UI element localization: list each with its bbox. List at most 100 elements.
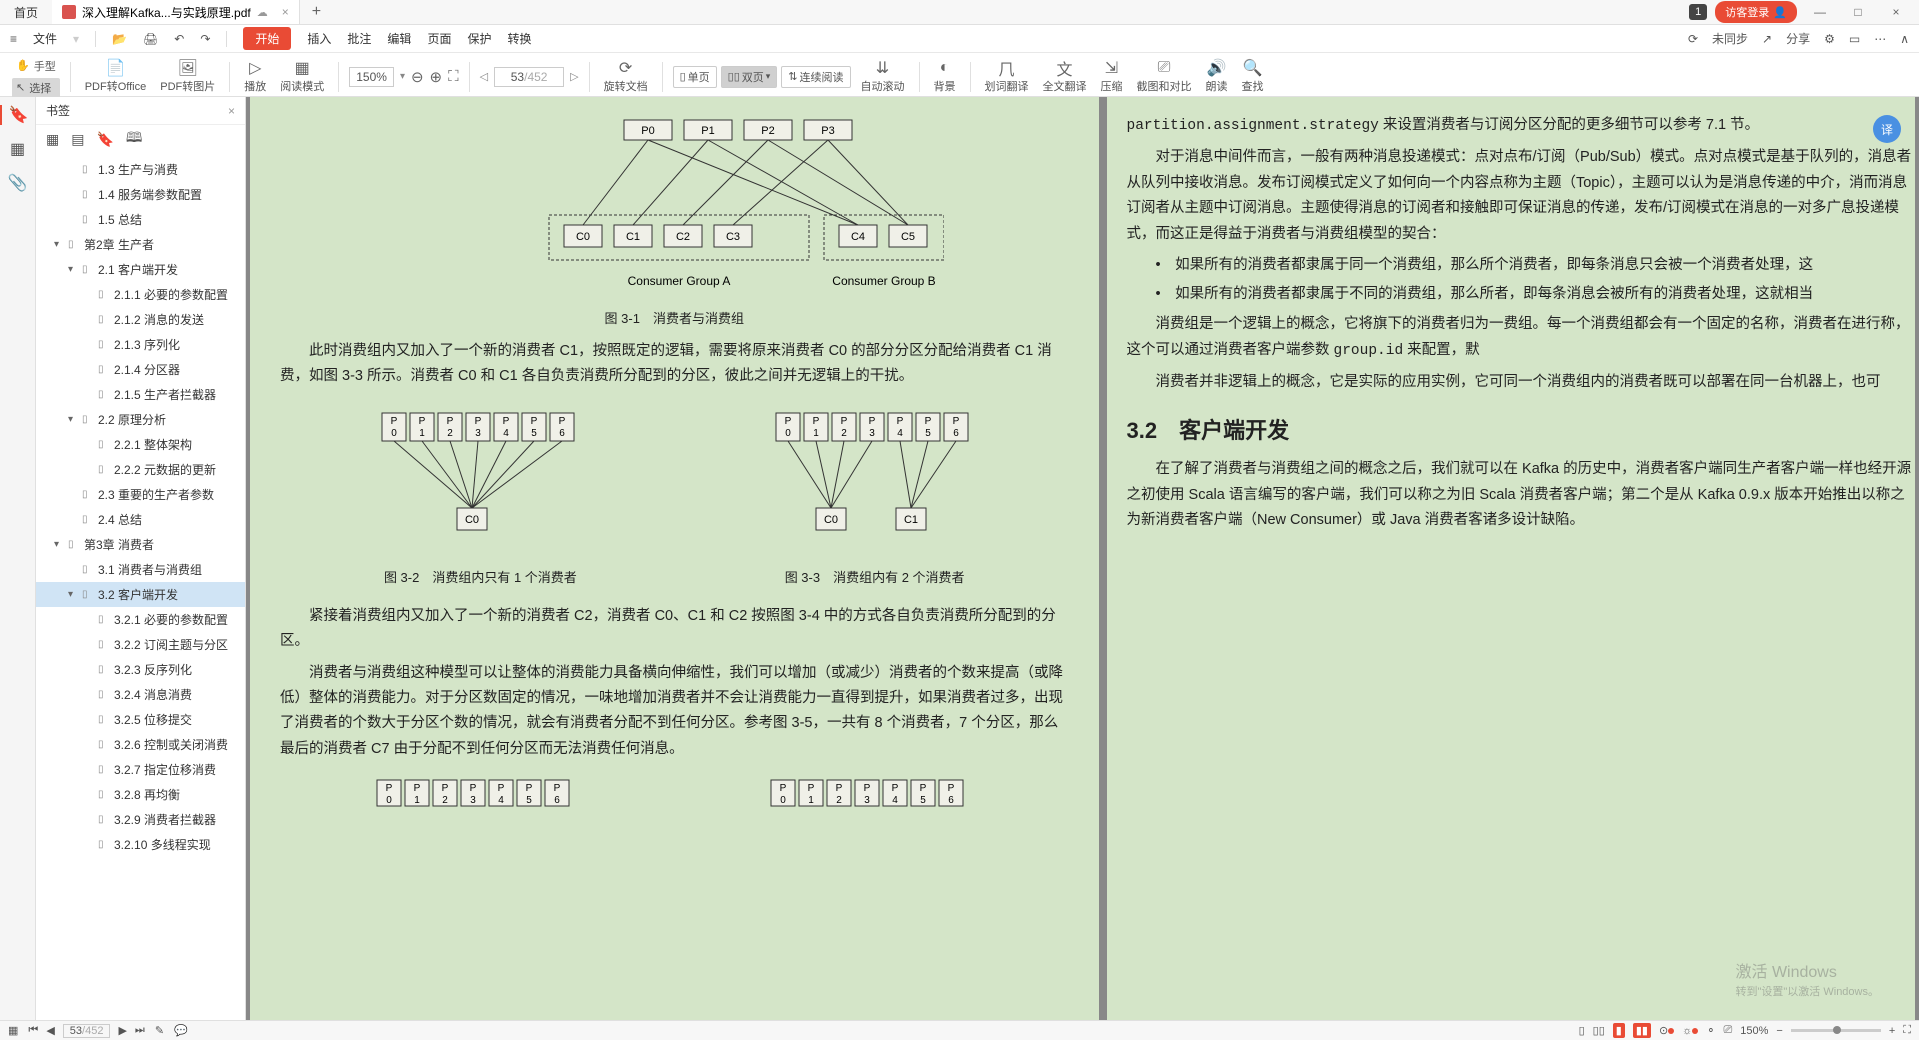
fit-icon[interactable]: ⛶ (448, 68, 459, 85)
sb-status4-icon[interactable]: ⎚ (1723, 1024, 1732, 1037)
bookmark-item[interactable]: ▯3.2.1 必要的参数配置 (36, 607, 245, 632)
minimize-button[interactable]: — (1805, 5, 1835, 19)
read-aloud-button[interactable]: 🔊朗读 (1202, 59, 1232, 94)
collapse-icon[interactable]: ∧ (1900, 32, 1909, 46)
menu-edit[interactable]: 编辑 (387, 30, 411, 47)
menu-protect[interactable]: 保护 (467, 30, 491, 47)
sb-panel-icon[interactable]: ▦ (8, 1024, 18, 1037)
bookmark-item[interactable]: ▯2.1.3 序列化 (36, 332, 245, 357)
sb-zoom-in[interactable]: + (1889, 1025, 1895, 1037)
two-page-button[interactable]: ▯▯双页▾ (721, 66, 778, 88)
bookmark-item[interactable]: ▾▯2.2 原理分析 (36, 407, 245, 432)
bookmark-item[interactable]: ▯2.4 总结 (36, 507, 245, 532)
sb-view1-icon[interactable]: ▯ (1579, 1024, 1585, 1037)
compress-button[interactable]: ⇲压缩 (1097, 59, 1127, 94)
tab-home[interactable]: 首页 (0, 0, 52, 24)
word-translate-button[interactable]: ⺇划词翻译 (981, 59, 1033, 94)
bookmark-item[interactable]: ▯3.2.3 反序列化 (36, 657, 245, 682)
select-tool[interactable]: ↖选择 (12, 78, 60, 98)
bookmark-item[interactable]: ▾▯3.2 客户端开发 (36, 582, 245, 607)
close-tab-icon[interactable]: × (282, 5, 289, 19)
add-bookmark-icon[interactable]: 🔖 (96, 131, 113, 148)
bookmark-item[interactable]: ▯3.2.5 位移提交 (36, 707, 245, 732)
bookmark-item[interactable]: ▯3.1 消费者与消费组 (36, 557, 245, 582)
hand-tool[interactable]: ✋手型 (12, 56, 60, 76)
bookmark-item[interactable]: ▯2.1.2 消息的发送 (36, 307, 245, 332)
bookmark-item[interactable]: ▯3.2.8 再均衡 (36, 782, 245, 807)
bookmark-item[interactable]: ▯2.2.1 整体架构 (36, 432, 245, 457)
bookmark-item[interactable]: ▯2.1.1 必要的参数配置 (36, 282, 245, 307)
hamburger-icon[interactable]: ≡ (10, 32, 17, 46)
sb-zoom-slider[interactable] (1791, 1029, 1881, 1032)
translate-float-button[interactable]: 译 (1873, 115, 1901, 143)
find-button[interactable]: 🔍查找 (1238, 59, 1268, 94)
thumbnail-nav-icon[interactable]: ▦ (8, 139, 28, 159)
sb-view3-icon[interactable]: ▮ (1613, 1023, 1625, 1038)
bookmark-icon[interactable]: 🕮 (126, 127, 143, 151)
more-icon[interactable]: ▭ (1849, 32, 1860, 46)
sb-fullscreen-icon[interactable]: ⛶ (1903, 1024, 1911, 1037)
bookmark-item[interactable]: ▾▯第2章 生产者 (36, 232, 245, 257)
bookmark-item[interactable]: ▯2.1.4 分区器 (36, 357, 245, 382)
sb-status1-icon[interactable]: ⊙ (1659, 1024, 1674, 1037)
bookmark-item[interactable]: ▯1.5 总结 (36, 207, 245, 232)
bookmark-item[interactable]: ▯3.2.6 控制或关闭消费 (36, 732, 245, 757)
sb-prev-page[interactable]: ◀ (46, 1024, 54, 1037)
zoom-out-icon[interactable]: ⊖ (411, 68, 424, 86)
page-input[interactable]: 53/452 (494, 67, 564, 87)
rotate-button[interactable]: ⟳旋转文档 (600, 59, 652, 94)
undo-icon[interactable]: ↶ (174, 32, 184, 46)
bookmark-item[interactable]: ▯3.2.4 消息消费 (36, 682, 245, 707)
menu-start[interactable]: 开始 (243, 27, 291, 50)
sb-page-input[interactable]: 53/452 (63, 1024, 111, 1038)
print-icon[interactable]: 🖨 (143, 32, 158, 46)
menu-page[interactable]: 页面 (427, 30, 451, 47)
bookmark-item[interactable]: ▯2.2.2 元数据的更新 (36, 457, 245, 482)
tab-document[interactable]: 深入理解Kafka...与实践原理.pdf ☁ × (52, 0, 300, 24)
sb-view2-icon[interactable]: ▯▯ (1593, 1024, 1605, 1037)
bookmark-item[interactable]: ▯3.2.2 订阅主题与分区 (36, 632, 245, 657)
sb-view4-icon[interactable]: ▮▮ (1633, 1023, 1651, 1038)
redo-icon[interactable]: ↷ (200, 32, 210, 46)
sync-icon[interactable]: ⟳ (1688, 32, 1698, 46)
zoom-input[interactable]: 150% (349, 67, 394, 87)
bookmark-item[interactable]: ▯3.2.9 消费者拦截器 (36, 807, 245, 832)
read-mode-button[interactable]: ▦阅读模式 (276, 59, 328, 94)
minimize-ribbon-icon[interactable]: ⋯ (1874, 32, 1886, 46)
full-translate-button[interactable]: 文全文翻译 (1039, 59, 1091, 94)
bookmark-item[interactable]: ▯3.2.7 指定位移消费 (36, 757, 245, 782)
bookmark-item[interactable]: ▾▯2.1 客户端开发 (36, 257, 245, 282)
sb-last-page[interactable]: ⏭ (135, 1024, 145, 1037)
sb-zoom-out[interactable]: − (1776, 1025, 1782, 1037)
close-window-button[interactable]: × (1881, 5, 1911, 19)
sb-status2-icon[interactable]: ☼ (1682, 1025, 1698, 1037)
settings-icon[interactable]: ⚙ (1824, 32, 1835, 46)
sb-next-page[interactable]: ▶ (118, 1024, 126, 1037)
new-tab-button[interactable]: + (300, 3, 333, 21)
prev-page-icon[interactable]: ◁ (480, 70, 488, 83)
open-icon[interactable]: 📂 (112, 32, 127, 46)
collapse-icon[interactable]: ▤ (71, 131, 84, 148)
autoscroll-button[interactable]: ⇊自动滚动 (857, 59, 909, 94)
sb-comment-icon[interactable]: 💬 (174, 1024, 188, 1037)
continuous-read-button[interactable]: ⇅连续阅读 (781, 66, 850, 88)
notification-badge[interactable]: 1 (1689, 4, 1707, 20)
sb-status3-icon[interactable]: ⚬ (1706, 1024, 1715, 1037)
bookmark-item[interactable]: ▯1.3 生产与消费 (36, 157, 245, 182)
sb-zoom[interactable]: 150% (1740, 1025, 1768, 1037)
menu-insert[interactable]: 插入 (307, 30, 331, 47)
next-page-icon[interactable]: ▷ (570, 70, 578, 83)
bookmark-item[interactable]: ▯2.1.5 生产者拦截器 (36, 382, 245, 407)
share-icon[interactable]: ↗ (1762, 32, 1772, 46)
bookmark-item[interactable]: ▾▯第3章 消费者 (36, 532, 245, 557)
bookmark-item[interactable]: ▯3.2.10 多线程实现 (36, 832, 245, 857)
pdf-to-office-button[interactable]: 📄PDF转Office (81, 59, 151, 94)
menu-file[interactable]: 文件 (33, 30, 57, 47)
sb-first-page[interactable]: ⏮ (28, 1024, 38, 1037)
expand-icon[interactable]: ▦ (46, 131, 59, 148)
unsync-label[interactable]: 未同步 (1712, 30, 1748, 47)
menu-convert[interactable]: 转换 (507, 30, 531, 47)
background-button[interactable]: ◐背景 (930, 59, 960, 94)
sb-annotation-icon[interactable]: ✎ (155, 1024, 164, 1037)
login-button[interactable]: 访客登录👤 (1715, 1, 1797, 23)
